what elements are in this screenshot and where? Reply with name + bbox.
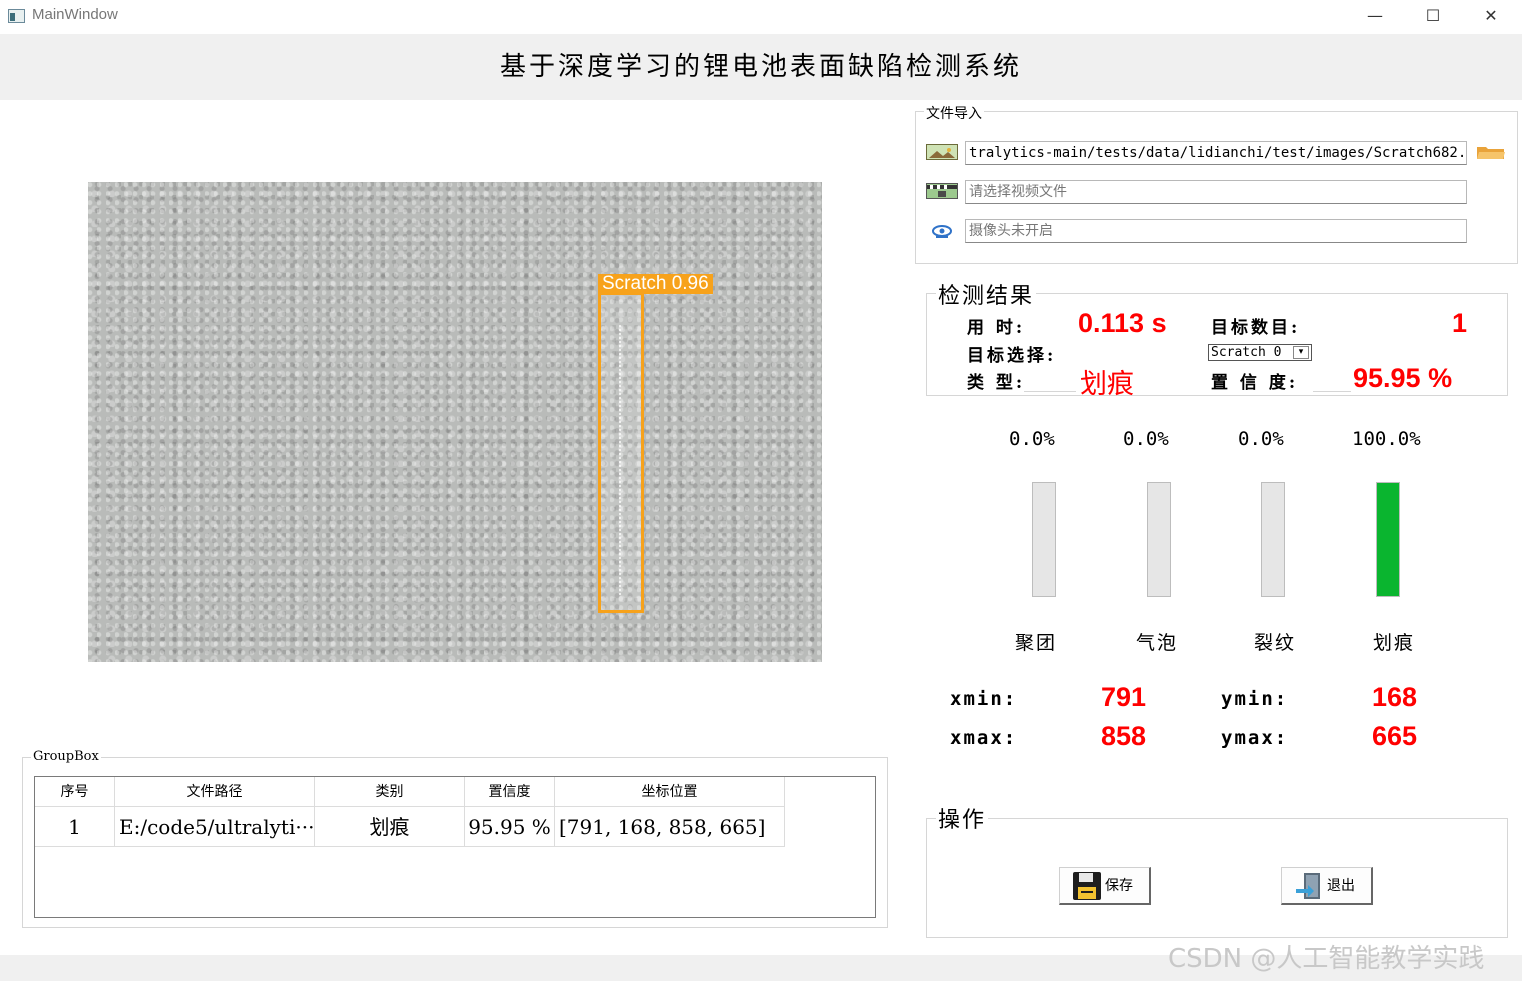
class-name-crack: 裂纹 [1254, 632, 1297, 654]
type-label: 类 型: [967, 373, 1026, 393]
maximize-button[interactable]: ☐ [1404, 2, 1462, 30]
image-path-field[interactable]: tralytics-main/tests/data/lidianchi/test… [965, 141, 1467, 165]
detection-bounding-box [598, 292, 644, 613]
ymin-label: ymin: [1221, 688, 1289, 710]
table-cell-class[interactable]: 划痕 [315, 807, 465, 847]
chevron-down-icon[interactable]: ▾ [1293, 346, 1309, 359]
detection-image-view: Scratch 0.96 [88, 182, 822, 662]
target-select-value: Scratch 0 [1211, 345, 1282, 360]
type-value: 划痕 [1080, 369, 1134, 400]
bar-agglomerate [1032, 482, 1056, 597]
target-count-value: 1 [1452, 308, 1468, 338]
table-header-path[interactable]: 文件路径 [115, 777, 315, 807]
table-cell-confidence[interactable]: 95.95 % [465, 807, 555, 847]
bar-percent-agglomerate: 0.0% [1009, 428, 1055, 450]
exit-button-label: 退出 [1327, 878, 1355, 894]
operations-groupbox [926, 818, 1508, 938]
bar-crack [1261, 482, 1285, 597]
confidence-underline [1313, 391, 1351, 392]
table-cell-index[interactable]: 1 [35, 807, 115, 847]
video-path-input[interactable] [969, 181, 1466, 203]
class-name-bubble: 气泡 [1136, 632, 1179, 654]
minimize-button[interactable]: — [1346, 2, 1404, 30]
ymin-value: 168 [1372, 682, 1418, 712]
save-button[interactable]: 保存 [1059, 867, 1151, 905]
save-button-label: 保存 [1105, 878, 1133, 894]
target-select-dropdown[interactable]: Scratch 0 ▾ [1208, 344, 1312, 361]
window-titlebar [0, 0, 1522, 34]
class-name-scratch: 划痕 [1373, 632, 1416, 654]
video-path-field[interactable] [965, 180, 1467, 204]
bar-bubble [1147, 482, 1171, 597]
type-underline [1024, 391, 1076, 392]
table-cell-coords[interactable]: [791, 168, 858, 665] [555, 807, 785, 847]
folder-open-icon[interactable] [1476, 144, 1506, 160]
floppy-disk-icon [1072, 871, 1102, 901]
table-header-coords[interactable]: 坐标位置 [555, 777, 785, 807]
target-count-label: 目标数目: [1211, 318, 1301, 338]
table-header-index[interactable]: 序号 [35, 777, 115, 807]
results-table[interactable]: 序号 文件路径 类别 置信度 坐标位置 1 E:/code5/ultralyti… [34, 776, 876, 918]
xmin-label: xmin: [950, 688, 1018, 710]
ymax-value: 665 [1372, 721, 1418, 751]
time-label: 用 时: [967, 318, 1026, 338]
image-icon[interactable] [926, 144, 958, 160]
table-cell-path[interactable]: E:/code5/ultralyti··· [115, 807, 315, 847]
bar-percent-crack: 0.0% [1238, 428, 1284, 450]
bar-scratch [1376, 482, 1400, 597]
video-icon[interactable] [926, 183, 958, 199]
xmax-value: 858 [1101, 721, 1147, 751]
bar-percent-scratch: 100.0% [1352, 428, 1421, 450]
window-title: MainWindow [32, 6, 118, 23]
camera-status-field[interactable] [965, 219, 1467, 243]
table-header-confidence[interactable]: 置信度 [465, 777, 555, 807]
close-button[interactable]: ✕ [1462, 2, 1520, 30]
app-heading: 基于深度学习的锂电池表面缺陷检测系统 [499, 52, 1022, 82]
ymax-label: ymax: [1221, 727, 1289, 749]
exit-door-icon [1294, 871, 1324, 901]
bar-percent-bubble: 0.0% [1123, 428, 1169, 450]
app-window-icon [8, 9, 25, 23]
operations-title: 操作 [936, 802, 989, 834]
detection-title: 检测结果 [936, 278, 1037, 310]
confidence-label: 置 信 度: [1211, 373, 1299, 393]
watermark: CSDN @人工智能教学实践 [1168, 944, 1485, 974]
file-import-title: 文件导入 [924, 103, 984, 123]
xmax-label: xmax: [950, 727, 1018, 749]
bar-fill [1377, 483, 1399, 596]
class-name-agglomerate: 聚团 [1015, 632, 1058, 654]
time-value: 0.113 s [1078, 308, 1167, 338]
xmin-value: 791 [1101, 682, 1147, 712]
detection-label: Scratch 0.96 [598, 274, 713, 294]
target-select-label: 目标选择: [967, 346, 1057, 366]
camera-icon[interactable] [931, 224, 953, 240]
camera-status-input[interactable] [969, 220, 1466, 242]
results-groupbox-title: GroupBox [31, 749, 101, 764]
confidence-value: 95.95 % [1353, 363, 1453, 393]
exit-button[interactable]: 退出 [1281, 867, 1373, 905]
table-header-class[interactable]: 类别 [315, 777, 465, 807]
